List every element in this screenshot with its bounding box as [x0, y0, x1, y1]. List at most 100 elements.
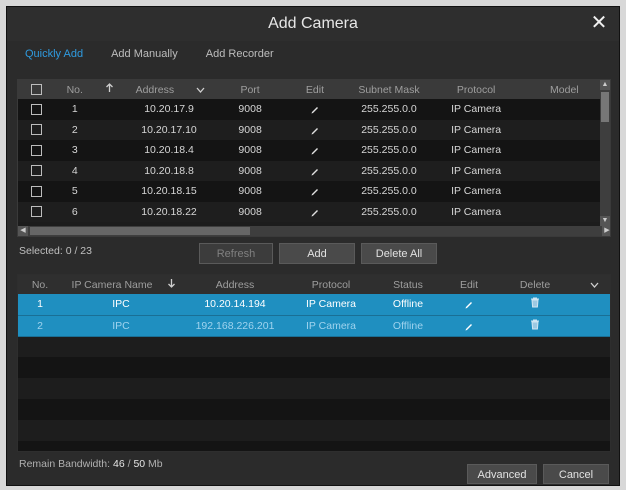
- bandwidth-total: 50: [133, 458, 146, 470]
- add-button[interactable]: Add: [279, 243, 355, 264]
- row-status: Offline: [372, 294, 444, 316]
- empty-row: [18, 378, 610, 399]
- col-protocol[interactable]: Protocol: [290, 275, 372, 294]
- row-protocol: IP Camera: [290, 315, 372, 337]
- row-checkbox[interactable]: [30, 124, 42, 136]
- row-address: 10.20.18.4: [144, 144, 194, 157]
- row-protocol: IP Camera: [451, 123, 502, 136]
- col-no[interactable]: No.: [54, 80, 95, 99]
- tab-bar: Quickly Add Add Manually Add Recorder: [7, 41, 619, 67]
- row-checkbox[interactable]: [30, 103, 42, 115]
- col-protocol[interactable]: Protocol: [434, 80, 519, 99]
- chevron-down-icon[interactable]: [186, 80, 214, 99]
- dialog-title: Add Camera: [268, 15, 358, 32]
- table-row[interactable]: 1 IPC 10.20.14.194 IP Camera Offline: [18, 294, 610, 316]
- row-subnet: 255.255.0.0: [361, 185, 417, 198]
- row-no: 1: [71, 103, 78, 116]
- row-checkbox[interactable]: [30, 165, 42, 177]
- pencil-icon[interactable]: [310, 166, 320, 176]
- row-port: 9008: [238, 144, 262, 157]
- bandwidth-label: Remain Bandwidth:: [19, 458, 111, 470]
- vertical-scrollbar[interactable]: ▲ ▼: [600, 80, 610, 226]
- tab-add-manually[interactable]: Add Manually: [111, 48, 178, 60]
- row-model: [519, 99, 610, 120]
- select-all-checkbox[interactable]: [30, 84, 42, 96]
- cancel-button[interactable]: Cancel: [543, 464, 609, 484]
- close-icon[interactable]: ✕: [589, 13, 609, 33]
- col-address[interactable]: Address: [180, 275, 290, 294]
- table-row[interactable]: 5 10.20.18.15 9008 255.255.0.0 IP Camera: [18, 181, 610, 202]
- row-protocol: IP Camera: [290, 294, 372, 316]
- col-status[interactable]: Status: [372, 275, 444, 294]
- table-row[interactable]: 3 10.20.18.4 9008 255.255.0.0 IP Camera: [18, 140, 610, 161]
- row-checkbox[interactable]: [30, 185, 42, 197]
- col-port[interactable]: Port: [215, 80, 286, 99]
- tab-quickly-add[interactable]: Quickly Add: [25, 48, 83, 60]
- pencil-icon[interactable]: [310, 145, 320, 155]
- advanced-button[interactable]: Advanced: [467, 464, 537, 484]
- scroll-thumb[interactable]: [30, 227, 250, 235]
- scroll-thumb[interactable]: [601, 92, 609, 122]
- table-row[interactable]: 4 10.20.18.8 9008 255.255.0.0 IP Camera: [18, 160, 610, 182]
- pencil-icon[interactable]: [310, 125, 320, 135]
- row-address: 10.20.17.10: [141, 123, 197, 136]
- row-protocol: IP Camera: [451, 164, 502, 177]
- row-address: 10.20.18.22: [141, 205, 197, 218]
- sort-arrow-icon[interactable]: [95, 80, 123, 99]
- row-no: 2: [71, 123, 78, 136]
- discovered-devices-table: No. Address Port Edit Subnet Mask Protoc…: [17, 79, 611, 237]
- pencil-icon[interactable]: [310, 207, 320, 217]
- row-port: 9008: [238, 123, 262, 136]
- row-address: 10.20.14.194: [180, 294, 290, 316]
- row-model: [519, 161, 610, 182]
- row-checkbox[interactable]: [30, 206, 42, 218]
- sort-arrow-icon[interactable]: [162, 275, 180, 294]
- table-header: No. Address Port Edit Subnet Mask Protoc…: [18, 80, 610, 99]
- table-row[interactable]: 2 IPC 192.168.226.201 IP Camera Offline: [18, 315, 610, 337]
- trash-icon[interactable]: [530, 319, 540, 330]
- table-row[interactable]: 1 10.20.17.9 9008 255.255.0.0 IP Camera: [18, 99, 610, 120]
- scroll-right-icon[interactable]: ▶: [602, 226, 610, 236]
- pencil-icon[interactable]: [310, 104, 320, 114]
- row-subnet: 255.255.0.0: [361, 103, 417, 116]
- pencil-icon[interactable]: [464, 299, 474, 309]
- trash-icon[interactable]: [530, 297, 540, 308]
- row-protocol: IP Camera: [451, 103, 502, 116]
- row-address: 10.20.18.8: [144, 164, 194, 177]
- row-no: 2: [18, 315, 62, 337]
- table-row[interactable]: 6 10.20.18.22 9008 255.255.0.0 IP Camera: [18, 201, 610, 222]
- remain-bandwidth: Remain Bandwidth: 46 / 50 Mb: [19, 458, 163, 470]
- add-camera-dialog: Add Camera ✕ Quickly Add Add Manually Ad…: [6, 6, 620, 486]
- row-no: 4: [71, 164, 78, 177]
- col-model[interactable]: Model: [519, 80, 610, 99]
- scroll-up-icon[interactable]: ▲: [600, 80, 610, 90]
- row-camera-name: IPC: [62, 315, 180, 337]
- table-header: No. IP Camera Name Address Protocol Stat…: [18, 275, 610, 294]
- bandwidth-separator: /: [127, 458, 131, 470]
- row-no: 6: [71, 205, 78, 218]
- row-protocol: IP Camera: [451, 185, 502, 198]
- empty-row: [18, 357, 610, 378]
- row-status: Offline: [372, 315, 444, 337]
- col-address[interactable]: Address: [123, 80, 186, 99]
- row-subnet: 255.255.0.0: [361, 144, 417, 157]
- table-row[interactable]: 2 10.20.17.10 9008 255.255.0.0 IP Camera: [18, 119, 610, 140]
- scroll-left-icon[interactable]: ◀: [18, 226, 28, 236]
- refresh-button[interactable]: Refresh: [199, 243, 273, 264]
- tab-add-recorder[interactable]: Add Recorder: [206, 48, 274, 60]
- row-port: 9008: [238, 164, 262, 177]
- scroll-down-icon[interactable]: ▼: [600, 216, 610, 226]
- col-subnet-mask[interactable]: Subnet Mask: [344, 80, 433, 99]
- col-no[interactable]: No.: [18, 275, 62, 294]
- row-checkbox[interactable]: [30, 144, 42, 156]
- col-edit: Edit: [305, 83, 325, 96]
- col-ip-camera-name[interactable]: IP Camera Name: [62, 275, 162, 294]
- chevron-down-icon[interactable]: [576, 275, 610, 294]
- horizontal-scrollbar[interactable]: ◀ ▶: [18, 226, 610, 236]
- pencil-icon[interactable]: [464, 321, 474, 331]
- pencil-icon[interactable]: [310, 186, 320, 196]
- delete-all-button[interactable]: Delete All: [361, 243, 437, 264]
- empty-row: [18, 399, 610, 420]
- col-delete: Delete: [519, 278, 551, 291]
- row-address: 192.168.226.201: [180, 315, 290, 337]
